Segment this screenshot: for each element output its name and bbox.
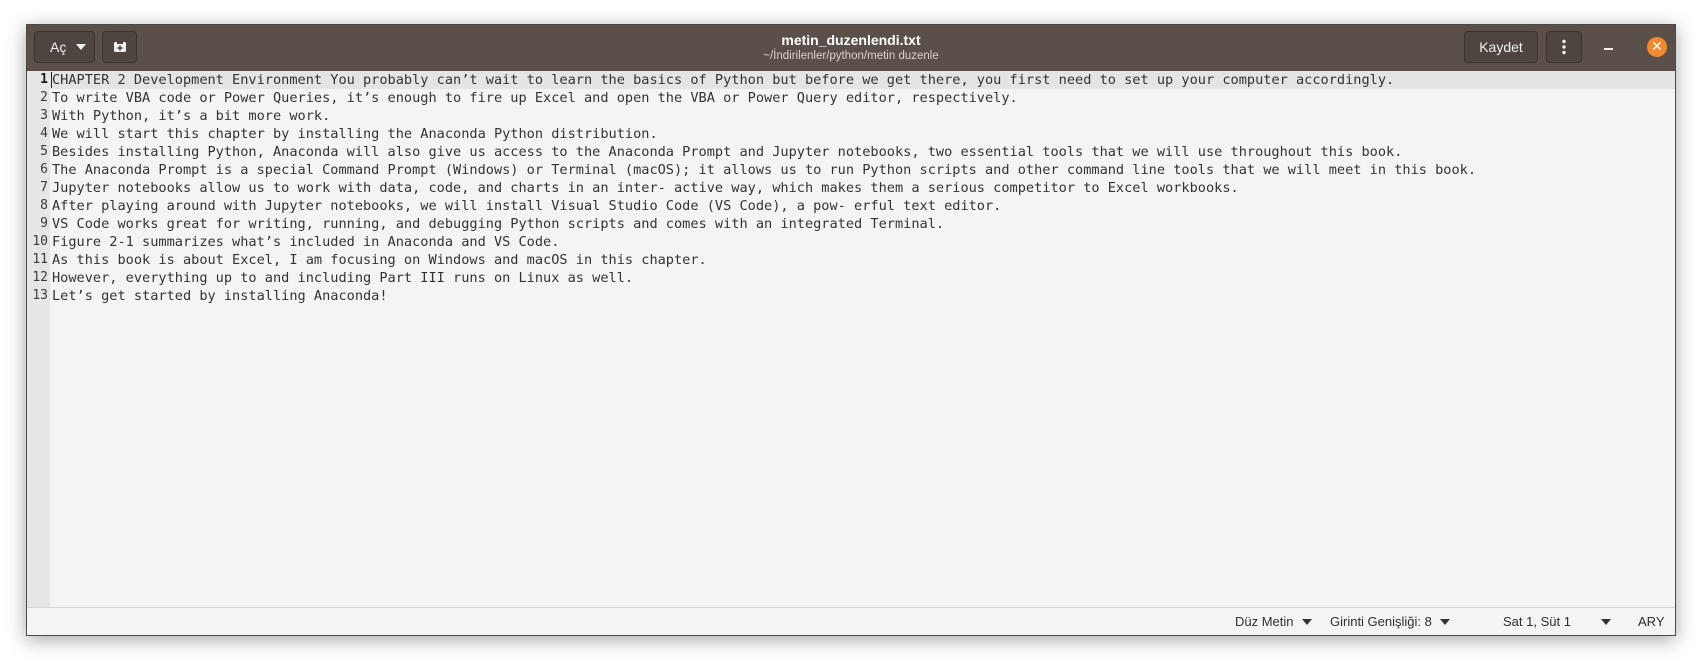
line-number: 9 <box>40 216 48 231</box>
line-number: 13 <box>32 288 48 303</box>
line-number: 11 <box>32 252 48 267</box>
menu-button[interactable] <box>1546 31 1582 63</box>
status-bar: Düz Metin Girinti Genişliği: 8 Sat 1, Sü… <box>27 607 1675 635</box>
indent-width-selector[interactable]: Girinti Genişliği: 8 <box>1330 614 1450 629</box>
window-title: metin_duzenlendi.txt <box>781 32 921 48</box>
text-area[interactable]: CHAPTER 2 Development Environment You pr… <box>50 71 1675 607</box>
text-line[interactable]: As this book is about Excel, I am focusi… <box>50 251 1675 269</box>
line-number: 8 <box>40 198 48 213</box>
text-line[interactable]: The Anaconda Prompt is a special Command… <box>50 161 1675 179</box>
text-line[interactable]: Jupyter notebooks allow us to work with … <box>50 179 1675 197</box>
chevron-down-icon <box>1301 618 1312 625</box>
line-number: 1 <box>40 72 48 87</box>
line-number: 3 <box>40 108 48 123</box>
line-number-gutter: 1 2 3 4 5 6 7 8 9 10 11 12 13 <box>27 71 50 607</box>
text-line[interactable]: To write VBA code or Power Queries, it’s… <box>50 89 1675 107</box>
indent-width-label: Girinti Genişliği: 8 <box>1330 614 1432 629</box>
text-line[interactable]: CHAPTER 2 Development Environment You pr… <box>50 71 1675 89</box>
line-number: 10 <box>32 234 48 249</box>
line-number: 12 <box>32 270 48 285</box>
three-dots-vertical-icon <box>1562 39 1566 55</box>
chevron-down-icon <box>1439 618 1450 625</box>
line-number: 4 <box>40 126 48 141</box>
header-bar: Aç metin_duzenlendi.txt ~/İndirilenler/p… <box>27 25 1675 72</box>
editor-window: Aç metin_duzenlendi.txt ~/İndirilenler/p… <box>26 24 1676 636</box>
line-number: 7 <box>40 180 48 195</box>
text-line[interactable]: VS Code works great for writing, running… <box>50 215 1675 233</box>
text-line[interactable]: We will start this chapter by installing… <box>50 125 1675 143</box>
title-area: metin_duzenlendi.txt ~/İndirilenler/pyth… <box>27 32 1675 63</box>
text-line[interactable]: Besides installing Python, Anaconda will… <box>50 143 1675 161</box>
text-line[interactable]: Let’s get started by installing Anaconda… <box>50 287 1675 305</box>
minimize-icon[interactable] <box>1604 48 1613 50</box>
line-number: 6 <box>40 162 48 177</box>
insert-mode-indicator[interactable]: ARY <box>1638 614 1665 629</box>
chevron-down-icon <box>1600 618 1611 625</box>
language-label: Düz Metin <box>1235 614 1294 629</box>
save-button[interactable]: Kaydet <box>1464 31 1538 63</box>
text-cursor <box>51 72 52 88</box>
close-icon[interactable]: ✕ <box>1647 37 1667 57</box>
cursor-position-selector[interactable]: Sat 1, Süt 1 <box>1503 614 1611 629</box>
language-selector[interactable]: Düz Metin <box>1235 614 1312 629</box>
text-line[interactable]: With Python, it’s a bit more work. <box>50 107 1675 125</box>
text-line[interactable]: After playing around with Jupyter notebo… <box>50 197 1675 215</box>
text-line[interactable]: Figure 2-1 summarizes what’s included in… <box>50 233 1675 251</box>
window-subtitle: ~/İndirilenler/python/metin duzenle <box>763 50 939 62</box>
cursor-position-label: Sat 1, Süt 1 <box>1503 614 1571 629</box>
text-line[interactable]: However, everything up to and including … <box>50 269 1675 287</box>
line-number: 2 <box>40 90 48 105</box>
insert-mode-label: ARY <box>1638 614 1665 629</box>
line-number: 5 <box>40 144 48 159</box>
